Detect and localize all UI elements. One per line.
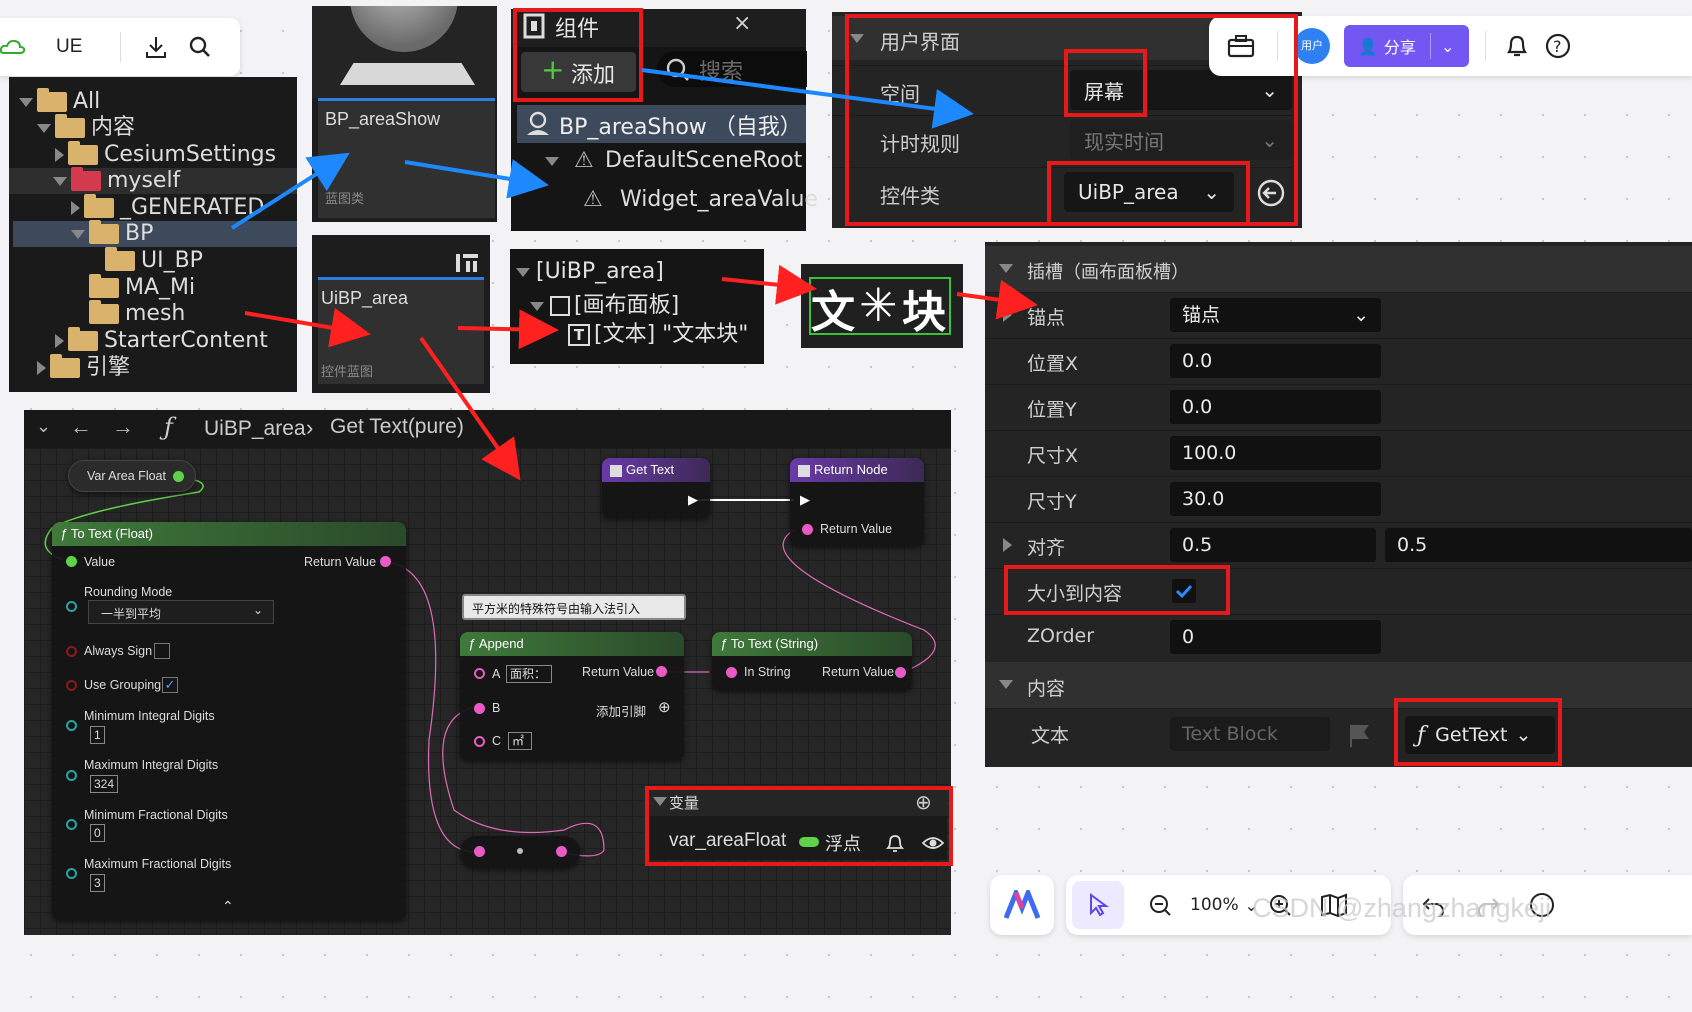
annotation-arrows xyxy=(230,68,1038,481)
